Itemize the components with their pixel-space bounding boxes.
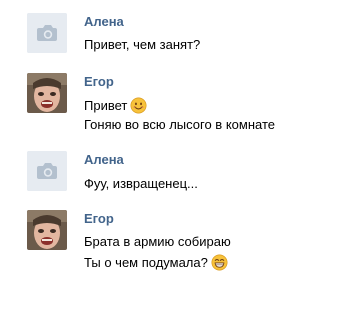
message-text: Фуу, извращенец... xyxy=(84,176,198,191)
message-text: Гоняю во всю лысого в комнате xyxy=(84,117,275,132)
user-photo xyxy=(27,73,67,113)
message-text: Привет, чем занят? xyxy=(84,37,201,52)
camera-placeholder-icon xyxy=(27,13,67,53)
author-name[interactable]: Алена xyxy=(84,152,124,167)
message-text: Привет xyxy=(84,98,128,113)
message-text: Ты о чем подумала? xyxy=(84,255,208,270)
author-name[interactable]: Егор xyxy=(84,211,114,226)
user-photo xyxy=(27,210,67,250)
grin-emoji-icon xyxy=(211,254,228,271)
avatar[interactable] xyxy=(27,210,67,250)
author-name[interactable]: Алена xyxy=(84,14,124,29)
message-text: Брата в армию собираю xyxy=(84,234,231,249)
message-text-line: Ты о чем подумала? xyxy=(84,254,228,271)
camera-placeholder-icon xyxy=(27,151,67,191)
avatar[interactable] xyxy=(27,73,67,113)
message-text-line: Привет xyxy=(84,97,147,114)
author-name[interactable]: Егор xyxy=(84,74,114,89)
avatar[interactable] xyxy=(27,13,67,53)
avatar[interactable] xyxy=(27,151,67,191)
smile-emoji-icon xyxy=(130,97,147,114)
